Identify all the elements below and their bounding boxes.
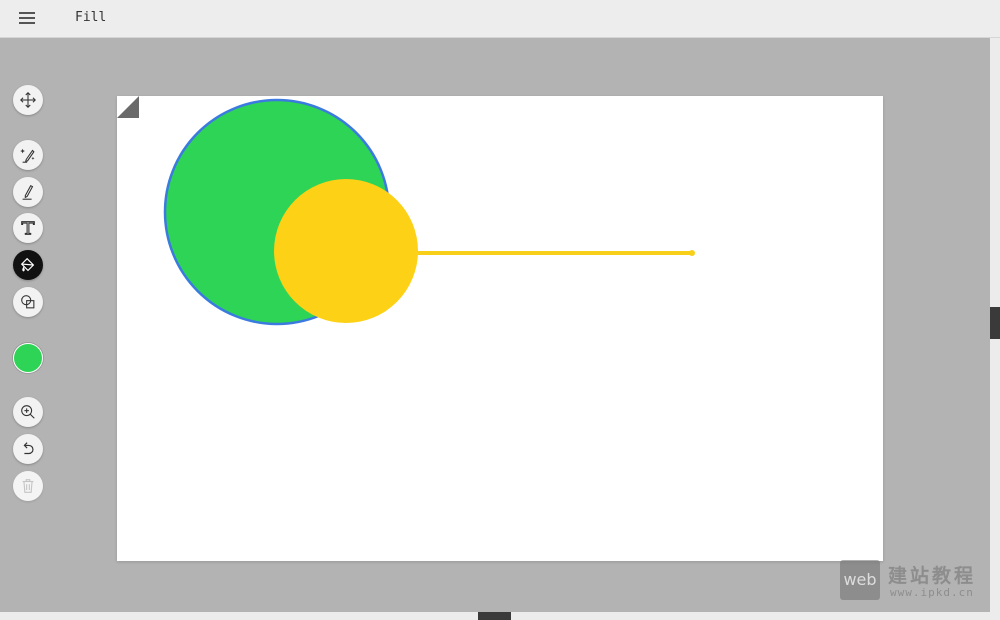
move-tool-button[interactable] [13, 85, 43, 115]
watermark: web 建站教程 www.ipkd.cn [840, 560, 990, 604]
watermark-url: www.ipkd.cn [890, 586, 974, 599]
pen-icon [22, 184, 34, 200]
text-t-icon [21, 221, 35, 235]
horizontal-scrollbar[interactable] [0, 612, 1000, 620]
canvas-resize-handle[interactable] [117, 96, 139, 118]
magic-wand-pen-icon [20, 148, 35, 163]
shapes-icon [21, 295, 35, 309]
top-bar: Fill [0, 0, 1000, 38]
vertical-scroll-thumb[interactable] [990, 307, 1000, 339]
trash-icon [22, 479, 34, 493]
move-arrows-icon [20, 92, 36, 108]
watermark-logo: web [840, 560, 880, 600]
zoom-tool-button[interactable] [13, 397, 43, 427]
text-tool-button[interactable] [13, 213, 43, 243]
paint-bucket-icon [20, 257, 35, 272]
undo-button[interactable] [13, 434, 43, 464]
watermark-name: 建站教程 [888, 565, 977, 587]
delete-button[interactable] [13, 471, 43, 501]
fill-tool-button[interactable] [13, 250, 43, 280]
magic-brush-tool-button[interactable] [13, 140, 43, 170]
drawing-canvas[interactable] [117, 96, 883, 561]
yellow-circle-shape[interactable] [274, 179, 418, 323]
vertical-scrollbar[interactable] [990, 38, 1000, 612]
line-end-dot [689, 250, 695, 256]
horizontal-scroll-thumb[interactable] [478, 612, 511, 620]
current-color-swatch[interactable] [13, 343, 43, 373]
zoom-in-icon [21, 405, 35, 419]
shapes-tool-button[interactable] [13, 287, 43, 317]
hamburger-menu-icon[interactable] [15, 8, 41, 30]
current-tool-title: Fill [75, 10, 107, 25]
undo-icon [23, 442, 34, 455]
canvas-drawing [163, 98, 695, 326]
pen-tool-button[interactable] [13, 177, 43, 207]
